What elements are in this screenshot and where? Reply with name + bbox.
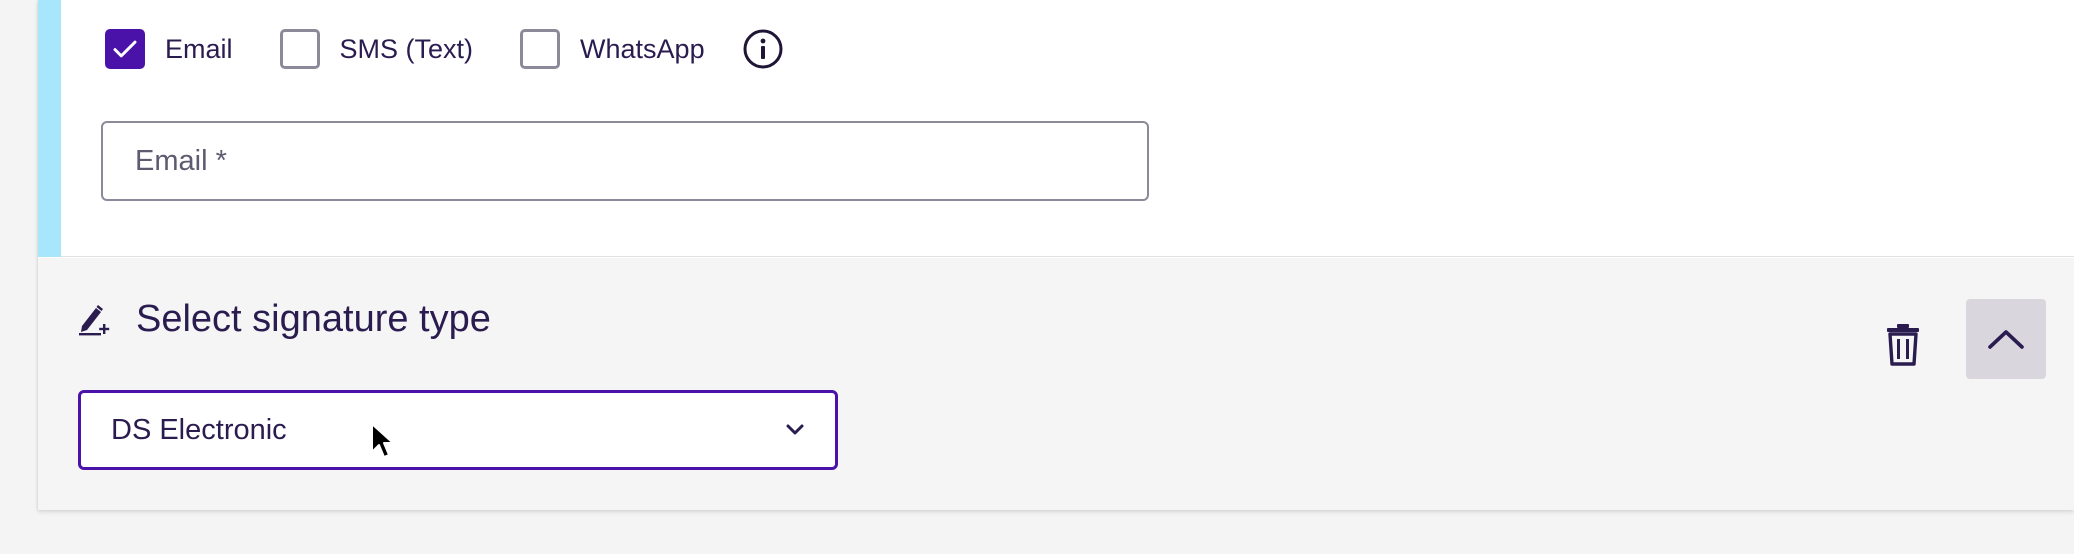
email-field[interactable]: [101, 121, 1149, 201]
email-input[interactable]: [135, 144, 1147, 178]
signature-pen-icon: [79, 304, 110, 335]
sms-checkbox[interactable]: [279, 29, 320, 69]
signature-type-title: Select signature type: [136, 298, 491, 340]
sms-channel-label: SMS (Text): [339, 33, 474, 64]
delete-button[interactable]: [1875, 316, 1931, 372]
trash-icon: [1887, 324, 1919, 366]
whatsapp-checkbox[interactable]: [520, 29, 561, 69]
email-checkbox[interactable]: [105, 29, 145, 69]
whatsapp-channel-option[interactable]: WhatsApp: [520, 29, 705, 69]
chevron-down-icon: [786, 424, 804, 435]
mouse-cursor-icon: [371, 423, 394, 458]
delivery-channel-options: Email SMS (Text) WhatsApp: [105, 28, 784, 70]
collapse-section-button[interactable]: [1966, 299, 2046, 379]
email-channel-option[interactable]: Email: [105, 29, 233, 69]
signature-type-section: Select signature type DS Electronic: [38, 258, 2074, 510]
card-accent-bar: [38, 0, 61, 257]
whatsapp-channel-label: WhatsApp: [580, 33, 705, 64]
email-channel-label: Email: [165, 33, 233, 64]
signature-type-select[interactable]: DS Electronic: [78, 390, 838, 470]
info-circle-icon[interactable]: [742, 28, 784, 70]
delivery-channel-section: Email SMS (Text) WhatsApp: [61, 0, 2074, 257]
chevron-up-icon: [1988, 330, 2024, 349]
signature-type-header: Select signature type: [76, 298, 491, 341]
signature-type-selected-value: DS Electronic: [111, 413, 287, 446]
sms-channel-option[interactable]: SMS (Text): [279, 29, 474, 69]
checkmark-icon: [113, 40, 137, 58]
